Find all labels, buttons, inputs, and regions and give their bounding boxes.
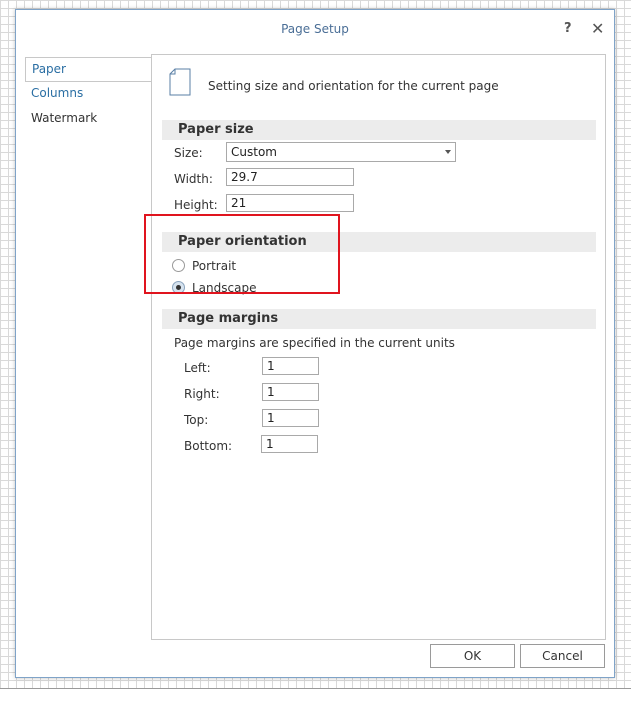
right-margin-input[interactable]: 1 <box>262 383 319 401</box>
top-margin-label: Top: <box>184 413 209 427</box>
paper-size-title: Paper size <box>178 122 254 137</box>
page-bottom-strip <box>0 688 631 704</box>
width-input[interactable]: 29.7 <box>226 168 354 186</box>
width-label: Width: <box>174 172 213 186</box>
page-margins-title: Page margins <box>178 311 279 326</box>
cancel-button[interactable]: Cancel <box>520 644 605 668</box>
nav-item-paper[interactable]: Paper <box>25 57 152 82</box>
bottom-margin-label: Bottom: <box>184 439 233 453</box>
margins-description: Page margins are specified in the curren… <box>174 336 455 350</box>
orientation-highlight-box <box>144 214 340 294</box>
size-label: Size: <box>174 146 203 160</box>
top-margin-input[interactable]: 1 <box>262 409 319 427</box>
height-label: Height: <box>174 198 218 212</box>
height-input[interactable]: 21 <box>226 194 354 212</box>
ok-button[interactable]: OK <box>430 644 515 668</box>
chevron-down-icon <box>445 150 451 154</box>
settings-nav: Paper Columns Watermark <box>25 57 152 132</box>
dialog-title: Page Setup <box>281 22 349 36</box>
size-select[interactable]: Custom <box>226 142 456 162</box>
page-margins-section-header: Page margins <box>162 309 596 329</box>
nav-item-watermark[interactable]: Watermark <box>25 107 151 132</box>
panel-description: Setting size and orientation for the cur… <box>208 79 499 93</box>
right-margin-label: Right: <box>184 387 220 401</box>
left-margin-label: Left: <box>184 361 211 375</box>
dialog-titlebar: Page Setup ? ✕ <box>16 10 614 48</box>
page-icon <box>169 68 191 96</box>
size-select-value: Custom <box>231 145 277 159</box>
nav-item-columns[interactable]: Columns <box>25 82 151 107</box>
paper-settings-panel: Setting size and orientation for the cur… <box>151 54 606 640</box>
close-icon[interactable]: ✕ <box>591 19 604 38</box>
paper-size-section-header: Paper size <box>162 120 596 140</box>
bottom-margin-input[interactable]: 1 <box>261 435 318 453</box>
left-margin-input[interactable]: 1 <box>262 357 319 375</box>
page-setup-dialog: Page Setup ? ✕ Paper Columns Watermark S… <box>15 9 615 678</box>
help-button[interactable]: ? <box>564 21 572 36</box>
